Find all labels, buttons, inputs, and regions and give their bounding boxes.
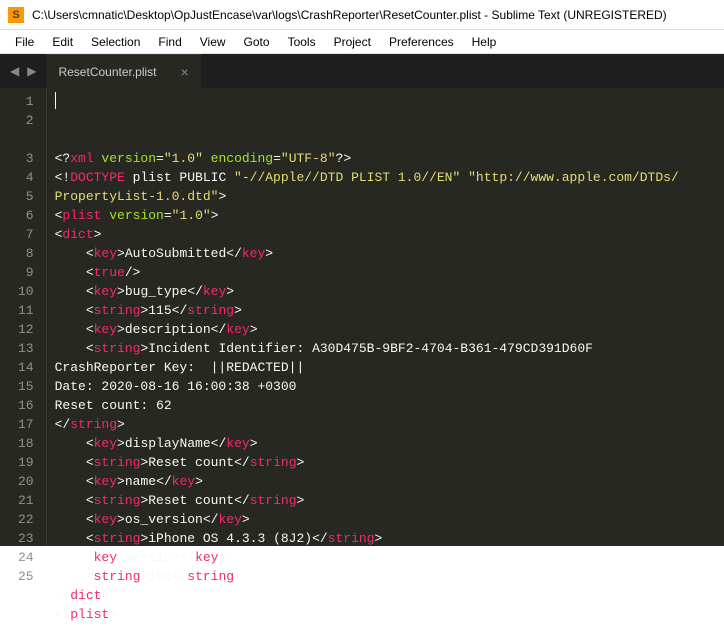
code-area[interactable]: <?xml version="1.0" encoding="UTF-8"?><!…: [47, 88, 724, 546]
caret-icon: [55, 92, 56, 109]
line-number: 12: [18, 320, 34, 339]
code-line: <key>description</key>: [55, 320, 724, 339]
close-icon[interactable]: ×: [181, 64, 189, 80]
tab-bar: ◀ ▶ ResetCounter.plist ×: [0, 54, 724, 88]
code-line: <key>AutoSubmitted</key>: [55, 244, 724, 263]
menu-goto[interactable]: Goto: [235, 32, 279, 52]
menu-find[interactable]: Find: [149, 32, 190, 52]
code-line: <string>Incident Identifier: A30D475B-9B…: [55, 339, 724, 358]
line-number: 2: [18, 111, 34, 130]
menu-bar: FileEditSelectionFindViewGotoToolsProjec…: [0, 30, 724, 54]
menu-tools[interactable]: Tools: [279, 32, 325, 52]
line-gutter: 12 3456789101112131415161718192021222324…: [0, 88, 47, 546]
code-line: <string>101</string>: [55, 567, 724, 586]
code-line: Date: 2020-08-16 16:00:38 +0300: [55, 377, 724, 396]
line-number: 23: [18, 529, 34, 548]
code-line: <string>iPhone OS 4.3.3 (8J2)</string>: [55, 529, 724, 548]
line-number: 10: [18, 282, 34, 301]
code-line: </dict>: [55, 586, 724, 605]
line-number: 9: [18, 263, 34, 282]
nav-forward-icon[interactable]: ▶: [27, 64, 36, 78]
menu-edit[interactable]: Edit: [43, 32, 82, 52]
code-line: <key>displayName</key>: [55, 434, 724, 453]
line-number: 1: [18, 92, 34, 111]
line-number: 21: [18, 491, 34, 510]
menu-preferences[interactable]: Preferences: [380, 32, 463, 52]
editor[interactable]: 12 3456789101112131415161718192021222324…: [0, 88, 724, 546]
line-number: 11: [18, 301, 34, 320]
code-line: CrashReporter Key: ||REDACTED||: [55, 358, 724, 377]
app-logo-icon: S: [8, 7, 24, 23]
tab-resetcounter[interactable]: ResetCounter.plist ×: [46, 54, 200, 88]
code-line: <string>Reset count</string>: [55, 453, 724, 472]
menu-view[interactable]: View: [191, 32, 235, 52]
code-line: <dict>: [55, 225, 724, 244]
line-number: 15: [18, 377, 34, 396]
line-number: 17: [18, 415, 34, 434]
code-line: <key>os_version</key>: [55, 510, 724, 529]
line-number: 24: [18, 548, 34, 567]
code-line: Reset count: 62: [55, 396, 724, 415]
line-number: 8: [18, 244, 34, 263]
code-line: [55, 624, 724, 643]
code-line: <true/>: [55, 263, 724, 282]
menu-project[interactable]: Project: [325, 32, 380, 52]
line-number: 18: [18, 434, 34, 453]
code-line: <key>bug_type</key>: [55, 282, 724, 301]
code-line: <key>name</key>: [55, 472, 724, 491]
menu-file[interactable]: File: [6, 32, 43, 52]
menu-selection[interactable]: Selection: [82, 32, 149, 52]
code-line: <!DOCTYPE plist PUBLIC "-//Apple//DTD PL…: [55, 168, 724, 187]
code-line: PropertyList-1.0.dtd">: [55, 187, 724, 206]
title-bar: S C:\Users\cmnatic\Desktop\OpJustEncase\…: [0, 0, 724, 30]
line-number: [18, 130, 34, 149]
line-number: 7: [18, 225, 34, 244]
line-number: 19: [18, 453, 34, 472]
code-line: <plist version="1.0">: [55, 206, 724, 225]
line-number: 20: [18, 472, 34, 491]
line-number: 5: [18, 187, 34, 206]
line-number: 16: [18, 396, 34, 415]
nav-back-icon[interactable]: ◀: [10, 64, 19, 78]
tab-nav: ◀ ▶: [0, 54, 46, 88]
line-number: 13: [18, 339, 34, 358]
code-line: <?xml version="1.0" encoding="UTF-8"?>: [55, 149, 724, 168]
line-number: 4: [18, 168, 34, 187]
line-number: 3: [18, 149, 34, 168]
line-number: 25: [18, 567, 34, 586]
code-line: </plist>: [55, 605, 724, 624]
menu-help[interactable]: Help: [463, 32, 506, 52]
tab-label: ResetCounter.plist: [58, 65, 156, 79]
window-title: C:\Users\cmnatic\Desktop\OpJustEncase\va…: [32, 8, 667, 22]
code-line: <string>Reset count</string>: [55, 491, 724, 510]
line-number: 14: [18, 358, 34, 377]
line-number: 6: [18, 206, 34, 225]
code-line: <key>version</key>: [55, 548, 724, 567]
code-line: </string>: [55, 415, 724, 434]
line-number: 22: [18, 510, 34, 529]
code-line: <string>115</string>: [55, 301, 724, 320]
